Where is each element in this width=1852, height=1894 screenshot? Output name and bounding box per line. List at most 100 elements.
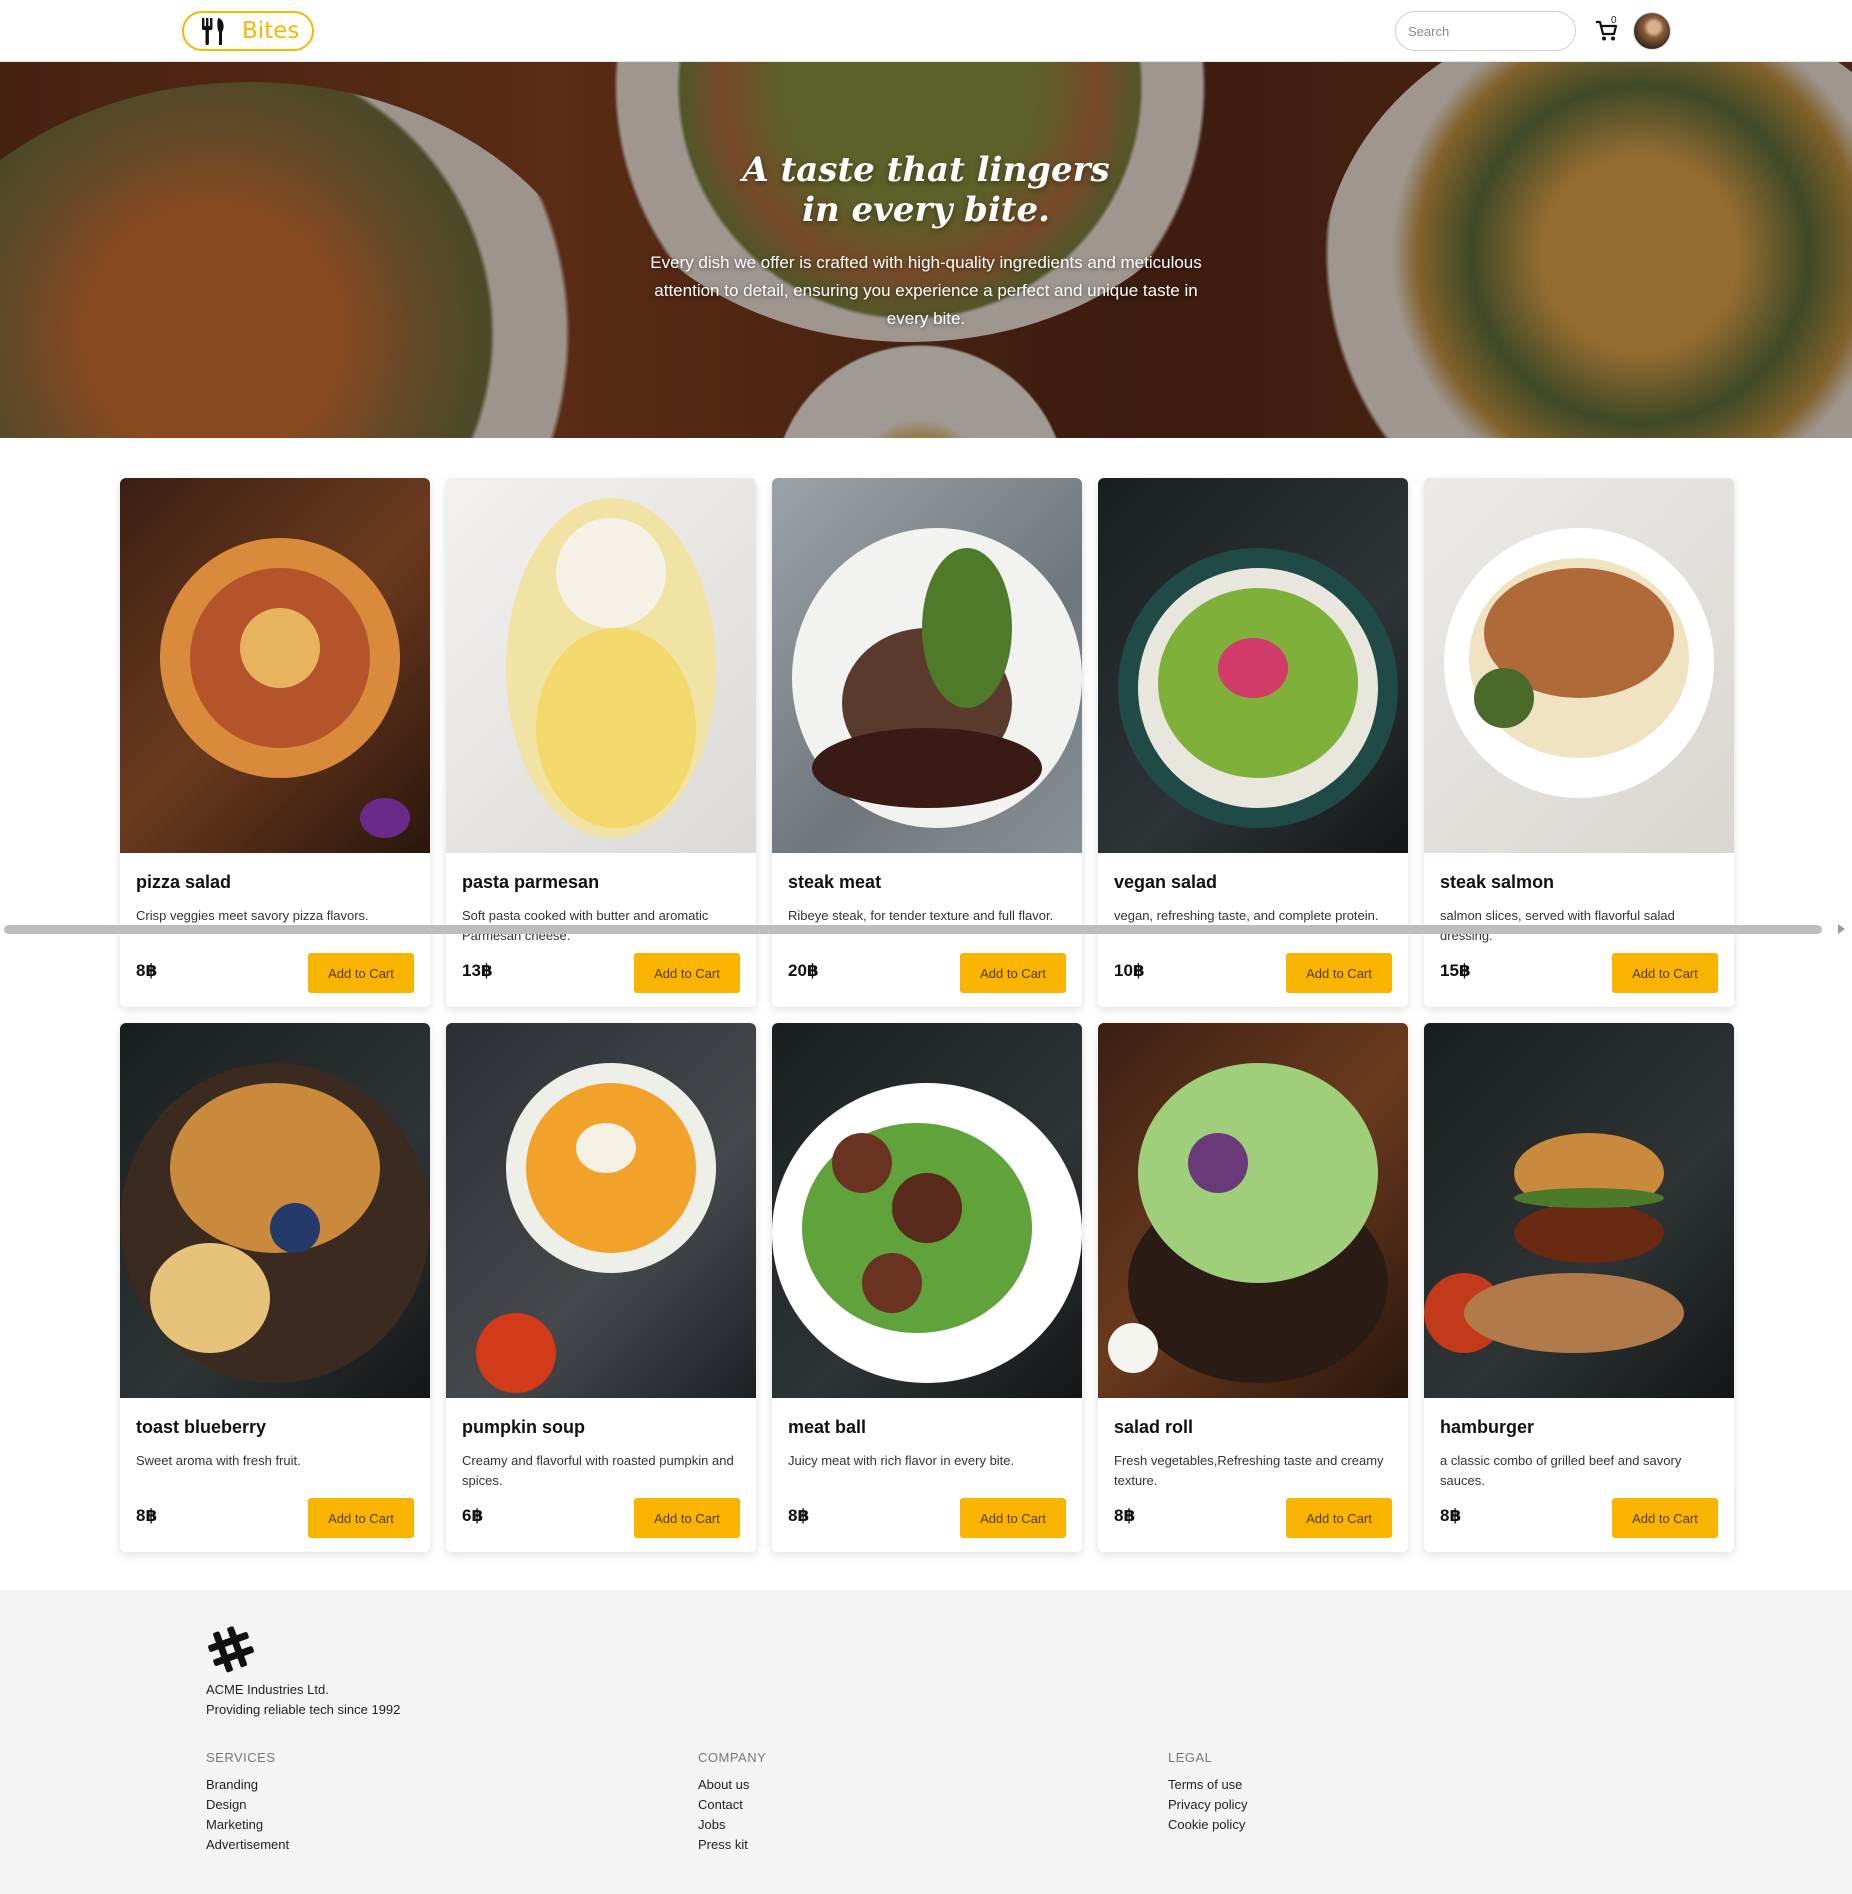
food-photo-shape [832, 1133, 892, 1193]
product-card[interactable]: pumpkin soup Creamy and flavorful with ro… [446, 1023, 756, 1552]
company-name: ACME Industries Ltd. [206, 1682, 329, 1697]
food-photo-shape [812, 728, 1042, 808]
food-photo-shape [576, 1123, 636, 1173]
add-to-cart-button[interactable]: Add to Cart [634, 1498, 740, 1538]
footer: ACME Industries Ltd. Providing reliable … [0, 1590, 1852, 1894]
footer-link-advertisement[interactable]: Advertisement [206, 1835, 289, 1855]
footer-link-terms[interactable]: Terms of use [1168, 1775, 1247, 1795]
fork-knife-icon [202, 18, 224, 45]
footer-link-press-kit[interactable]: Press kit [698, 1835, 766, 1855]
add-to-cart-button[interactable]: Add to Cart [308, 1498, 414, 1538]
add-to-cart-button[interactable]: Add to Cart [960, 953, 1066, 993]
footer-link-privacy[interactable]: Privacy policy [1168, 1795, 1247, 1815]
product-image [120, 478, 430, 853]
cart-count-badge: 0 [1611, 15, 1617, 26]
product-price: 15฿ [1440, 961, 1471, 980]
product-description: Ribeye steak, for tender texture and ful… [788, 908, 1054, 923]
footer-services-column: SERVICES Branding Design Marketing Adver… [206, 1750, 289, 1855]
footer-link-cookie[interactable]: Cookie policy [1168, 1815, 1247, 1835]
footer-link-jobs[interactable]: Jobs [698, 1815, 766, 1835]
food-photo-shape [476, 1313, 556, 1393]
food-photo-shape [1514, 1203, 1664, 1263]
product-name: steak meat [788, 872, 882, 892]
product-name: salad roll [1114, 1417, 1194, 1437]
product-card[interactable]: meat ball Juicy meat with rich flavor in … [772, 1023, 1082, 1552]
product-price: 8฿ [136, 1506, 158, 1525]
footer-link-marketing[interactable]: Marketing [206, 1815, 289, 1835]
hero-title-line2: in every bite. [802, 190, 1050, 230]
product-image [446, 1023, 756, 1398]
food-photo-shape [556, 518, 666, 628]
product-card[interactable]: salad roll Fresh vegetables,Refreshing ta… [1098, 1023, 1408, 1552]
product-name: pumpkin soup [462, 1417, 585, 1437]
product-name: pizza salad [136, 872, 232, 892]
product-price: 8฿ [1440, 1506, 1462, 1525]
food-photo-shape [1514, 1188, 1664, 1208]
add-to-cart-button[interactable]: Add to Cart [308, 953, 414, 993]
product-name: vegan salad [1114, 872, 1218, 892]
product-description: Creamy and flavorful with roasted pumpki… [462, 1453, 734, 1488]
add-to-cart-button[interactable]: Add to Cart [960, 1498, 1066, 1538]
add-to-cart-button[interactable]: Add to Cart [634, 953, 740, 993]
add-to-cart-button[interactable]: Add to Cart [1286, 953, 1392, 993]
brand-logo[interactable]: Bites [182, 11, 314, 51]
hashtag-logo-icon [208, 1626, 254, 1673]
product-price: 6฿ [462, 1506, 484, 1525]
footer-company-column: COMPANY About us Contact Jobs Press kit [698, 1750, 766, 1855]
product-description: vegan, refreshing taste, and complete pr… [1114, 908, 1379, 923]
product-description: a classic combo of grilled beef and savo… [1440, 1453, 1682, 1488]
product-description: Crisp veggies meet savory pizza flavors. [136, 908, 369, 923]
food-photo-shape [922, 548, 1012, 708]
footer-company-info: ACME Industries Ltd. Providing reliable … [206, 1680, 400, 1720]
horizontal-scrollbar[interactable] [4, 925, 1822, 934]
food-photo-shape [536, 628, 696, 828]
product-description: Fresh vegetables,Refreshing taste and cr… [1114, 1453, 1384, 1488]
add-to-cart-button[interactable]: Add to Cart [1612, 953, 1718, 993]
avatar[interactable] [1633, 12, 1671, 50]
scroll-right-arrow-icon[interactable] [1838, 924, 1845, 934]
food-photo-shape [1464, 1273, 1684, 1353]
food-photo-shape [240, 608, 320, 688]
product-grid: pizza salad Crisp veggies meet savory piz… [120, 478, 1734, 1552]
food-photo-shape [1138, 1063, 1378, 1283]
add-to-cart-button[interactable]: Add to Cart [1612, 1498, 1718, 1538]
food-photo-shape [892, 1173, 962, 1243]
product-name: hamburger [1440, 1417, 1535, 1437]
company-tagline: Providing reliable tech since 1992 [206, 1702, 401, 1717]
footer-link-design[interactable]: Design [206, 1795, 289, 1815]
footer-link-contact[interactable]: Contact [698, 1795, 766, 1815]
product-image [1098, 1023, 1408, 1398]
search-input[interactable] [1395, 11, 1576, 51]
footer-legal-title: LEGAL [1168, 1750, 1213, 1765]
product-image [446, 478, 756, 853]
product-image [772, 1023, 1082, 1398]
product-description: Sweet aroma with fresh fruit. [136, 1453, 301, 1468]
product-image [1098, 478, 1408, 853]
footer-link-about[interactable]: About us [698, 1775, 766, 1795]
food-photo-shape [150, 1243, 270, 1353]
product-name: meat ball [788, 1417, 867, 1437]
product-name: steak salmon [1440, 872, 1555, 892]
product-image [120, 1023, 430, 1398]
food-photo-shape [1188, 1133, 1248, 1193]
food-photo-shape [1108, 1323, 1158, 1373]
footer-link-branding[interactable]: Branding [206, 1775, 289, 1795]
add-to-cart-button[interactable]: Add to Cart [1286, 1498, 1392, 1538]
hero-banner: A taste that lingers in every bite. Ever… [0, 62, 1852, 438]
product-price: 8฿ [1114, 1506, 1136, 1525]
product-name: toast blueberry [136, 1417, 267, 1437]
product-name: pasta parmesan [462, 872, 600, 892]
product-image [1424, 478, 1734, 853]
product-price: 8฿ [788, 1506, 810, 1525]
brand-name: Bites [242, 18, 300, 44]
food-photo-shape [360, 798, 410, 838]
footer-legal-column: LEGAL Terms of use Privacy policy Cookie… [1168, 1750, 1247, 1835]
footer-company-title: COMPANY [698, 1750, 767, 1765]
product-card[interactable]: hamburger a classic combo of grilled beef… [1424, 1023, 1734, 1552]
hero-title-line1: A taste that lingers [742, 150, 1110, 190]
product-card[interactable]: toast blueberry Sweet aroma with fresh fr… [120, 1023, 430, 1552]
food-photo-shape [862, 1253, 922, 1313]
food-photo-shape [270, 1203, 320, 1253]
product-price: 13฿ [462, 961, 493, 980]
product-description: Juicy meat with rich flavor in every bit… [788, 1453, 1015, 1468]
